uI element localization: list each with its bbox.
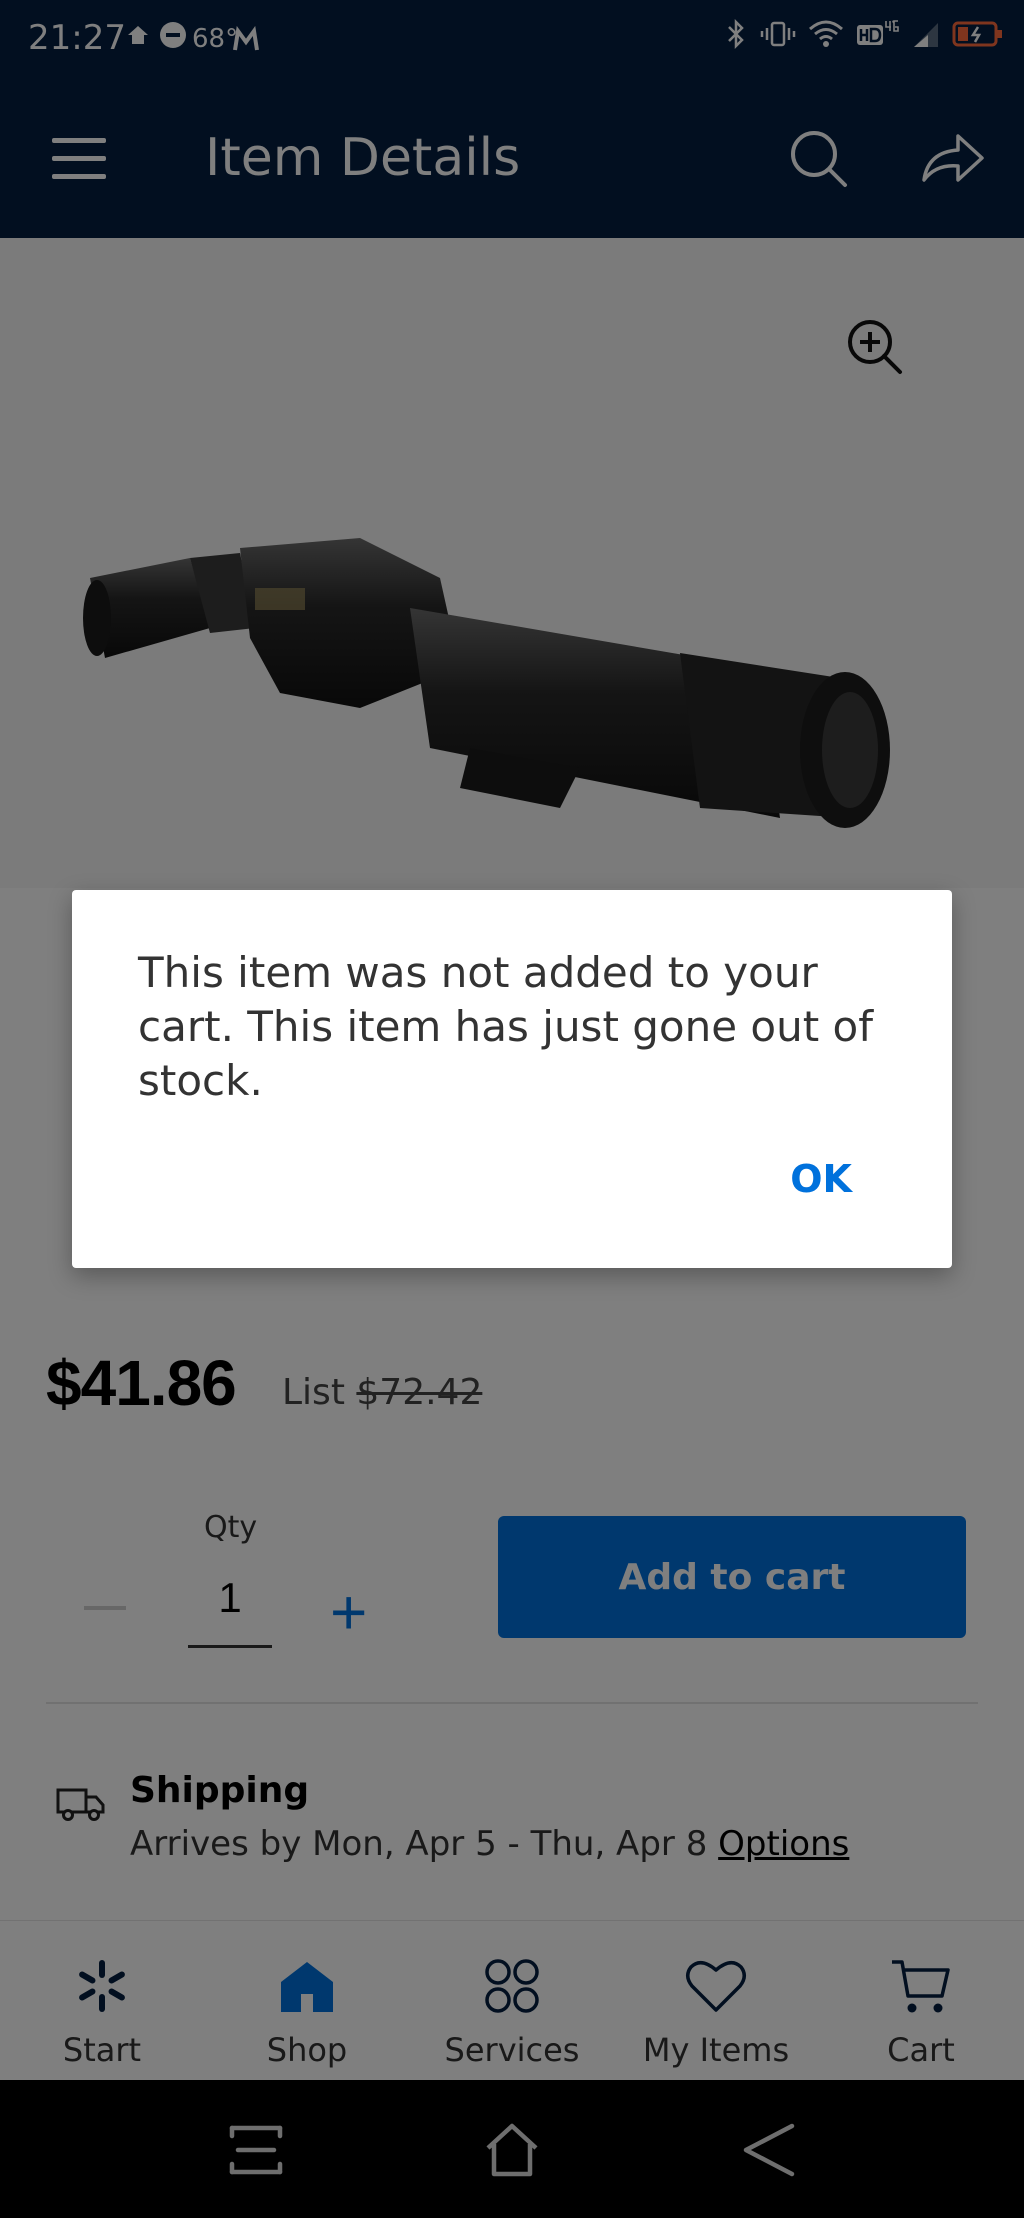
modal-overlay[interactable]: This item was not added to your cart. Th… [0,0,1024,2218]
out-of-stock-dialog: This item was not added to your cart. Th… [72,890,952,1268]
ok-button[interactable]: OK [784,1156,858,1202]
dialog-message: This item was not added to your cart. Th… [138,948,874,1105]
